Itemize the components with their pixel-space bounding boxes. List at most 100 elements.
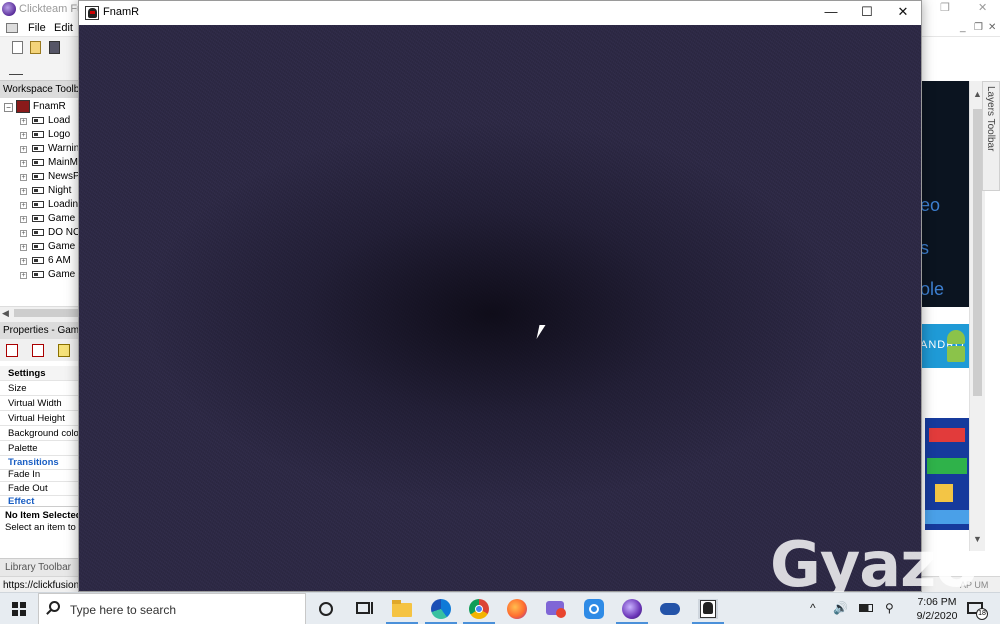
library-toolbar-tab[interactable]: Library Toolbar xyxy=(0,558,80,576)
firefox-icon[interactable] xyxy=(507,599,527,619)
volume-icon[interactable]: 🔊 xyxy=(833,601,848,615)
edge-icon[interactable] xyxy=(425,599,457,624)
mdi-restore-icon[interactable]: ❐ xyxy=(974,22,983,33)
scroll-left-icon[interactable]: ◀ xyxy=(2,308,9,319)
scroll-up-icon[interactable]: ▲ xyxy=(973,89,982,99)
frame-icon xyxy=(32,173,44,180)
frame-item[interactable]: + Night xyxy=(18,184,80,198)
about-tab-icon[interactable] xyxy=(58,344,70,357)
properties-info-box: No Item Selected Select an item to s xyxy=(0,506,80,558)
prop-section-settings: Settings xyxy=(0,366,80,381)
close-icon[interactable]: ✕ xyxy=(978,1,987,14)
frame-item[interactable]: + NewsPa xyxy=(18,170,80,184)
prop-size[interactable]: Size xyxy=(0,381,80,396)
expand-icon[interactable]: + xyxy=(20,230,27,237)
scroll-thumb[interactable] xyxy=(973,109,982,396)
prop-fade-in[interactable]: Fade In xyxy=(0,467,80,482)
prop-virtual-height[interactable]: Virtual Height xyxy=(0,411,80,426)
toolbar-line-icon[interactable] xyxy=(9,74,23,75)
windows-logo-icon xyxy=(12,602,26,616)
restore-icon[interactable]: ❐ xyxy=(940,1,950,14)
chrome-icon[interactable] xyxy=(463,599,495,624)
promo-banner[interactable]: eo s ole xyxy=(920,81,969,307)
frame-label: MainM xyxy=(48,157,79,168)
mdi-close-icon[interactable]: ✕ xyxy=(988,22,996,33)
game-canvas-static-noise[interactable] xyxy=(79,25,921,591)
expand-icon[interactable]: + xyxy=(20,160,27,167)
fusion-app-icon xyxy=(2,2,16,16)
menu-file[interactable]: File xyxy=(28,22,46,34)
snip-sketch-icon[interactable] xyxy=(546,599,566,619)
system-menu-icon[interactable] xyxy=(6,23,18,33)
frame-item[interactable]: + Load xyxy=(18,114,80,128)
gyazo-icon[interactable] xyxy=(584,599,604,619)
tree-root-label: FnamR xyxy=(33,101,66,112)
expand-icon[interactable]: + xyxy=(20,272,27,279)
workspace-panel-header: Workspace Toolba xyxy=(0,81,80,98)
fnaf-game-icon[interactable] xyxy=(692,599,724,624)
expand-icon[interactable]: + xyxy=(20,258,27,265)
layers-toolbar-label: Layers Toolbar xyxy=(985,86,996,152)
layers-toolbar-tab[interactable]: Layers Toolbar xyxy=(982,81,1000,191)
prop-palette[interactable]: Palette xyxy=(0,441,80,456)
collapse-icon[interactable]: − xyxy=(4,103,13,112)
frame-item[interactable]: + DO NO xyxy=(18,226,80,240)
tray-overflow-icon[interactable]: ^ xyxy=(810,601,816,615)
expand-icon[interactable]: + xyxy=(20,146,27,153)
settings-tab-icon[interactable] xyxy=(6,344,18,357)
taskbar-clock[interactable]: 7:06 PM 9/2/2020 xyxy=(913,595,961,623)
expand-icon[interactable]: + xyxy=(20,216,27,223)
open-folder-icon[interactable] xyxy=(30,41,41,54)
expand-icon[interactable]: + xyxy=(20,118,27,125)
task-view-icon[interactable] xyxy=(354,599,374,619)
frame-item[interactable]: + Warnin xyxy=(18,142,80,156)
android-promo-banner[interactable]: ANDRO xyxy=(920,324,969,368)
frame-label: NewsPa xyxy=(48,171,80,182)
notification-center-icon[interactable]: 18 xyxy=(967,600,988,620)
frame-label: Game 2 xyxy=(48,241,80,252)
cortana-icon[interactable] xyxy=(316,599,336,619)
minimize-button[interactable]: — xyxy=(813,1,849,25)
android-robot-icon xyxy=(947,330,965,344)
expand-icon[interactable]: + xyxy=(20,244,27,251)
frame-icon xyxy=(32,201,44,208)
mdi-minimize-icon[interactable]: _ xyxy=(960,22,966,33)
close-button[interactable]: ✕ xyxy=(885,1,921,25)
game-promo-image[interactable] xyxy=(925,418,969,530)
frame-label: Loadin xyxy=(48,199,79,210)
android-robot-body-icon xyxy=(947,346,965,362)
expand-icon[interactable]: + xyxy=(20,132,27,139)
runtime-tab-icon[interactable] xyxy=(32,344,44,357)
expand-icon[interactable]: + xyxy=(20,174,27,181)
frame-item[interactable]: + Game 2 xyxy=(18,240,80,254)
frame-item[interactable]: + MainM xyxy=(18,156,80,170)
scroll-thumb[interactable] xyxy=(14,309,80,317)
frame-item[interactable]: +6 AM xyxy=(18,254,80,268)
frame-item[interactable]: + Game xyxy=(18,212,80,226)
promo-text: ole xyxy=(920,279,945,299)
prop-background-color[interactable]: Background colo xyxy=(0,426,80,441)
game-window-title-bar[interactable]: FnamR — ☐ ✕ xyxy=(79,1,921,25)
clickteam-fusion-icon[interactable] xyxy=(616,599,648,624)
battery-icon[interactable] xyxy=(859,604,873,612)
frame-item[interactable]: + Loadin xyxy=(18,198,80,212)
menu-edit[interactable]: Edit xyxy=(54,22,73,34)
pen-icon[interactable]: ⚲ xyxy=(885,601,894,615)
gamepad-icon[interactable] xyxy=(660,599,680,619)
file-explorer-icon[interactable] xyxy=(386,599,418,624)
new-file-icon[interactable] xyxy=(12,41,23,54)
maximize-button[interactable]: ☐ xyxy=(849,1,885,25)
game-window: FnamR — ☐ ✕ xyxy=(78,0,922,592)
save-icon[interactable] xyxy=(49,41,60,54)
search-placeholder: Type here to search xyxy=(70,603,177,617)
prop-virtual-width[interactable]: Virtual Width xyxy=(0,396,80,411)
start-button[interactable] xyxy=(0,593,38,624)
promo-text: eo xyxy=(920,195,941,215)
frame-item[interactable]: + Game G xyxy=(18,268,80,282)
expand-icon[interactable]: + xyxy=(20,188,27,195)
frame-item[interactable]: + Logo xyxy=(18,128,80,142)
tree-root-application[interactable]: − FnamR xyxy=(4,100,80,114)
expand-icon[interactable]: + xyxy=(20,202,27,209)
workspace-hscrollbar[interactable]: ◀ xyxy=(0,306,80,318)
taskbar-search-box[interactable]: Type here to search xyxy=(38,593,306,624)
